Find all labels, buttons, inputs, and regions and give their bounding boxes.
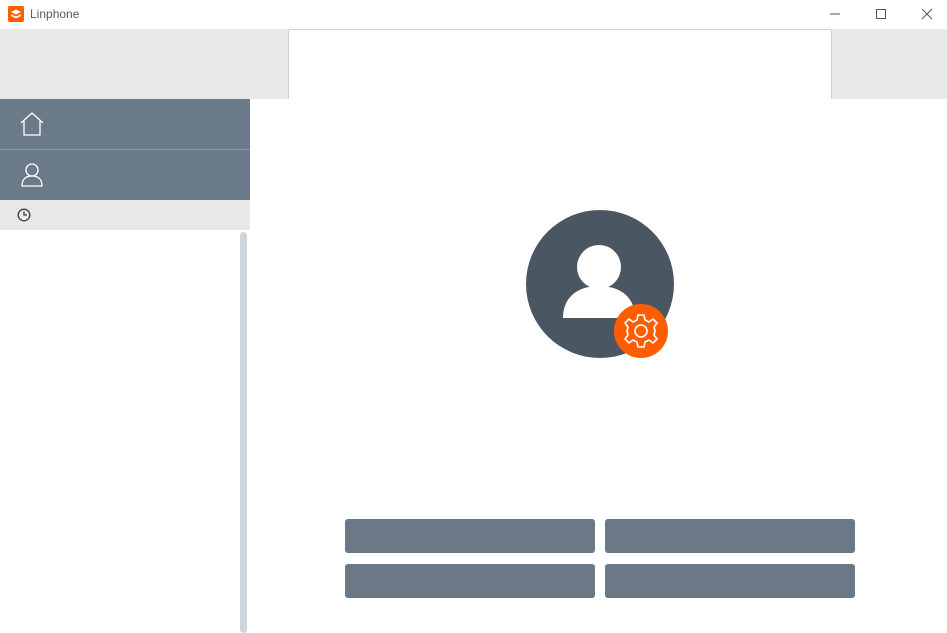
search-field[interactable] <box>288 29 832 99</box>
history-list <box>0 230 250 633</box>
main-panel <box>250 99 947 633</box>
action-button-3[interactable] <box>345 564 595 598</box>
linphone-logo-icon <box>8 6 24 22</box>
history-scrollbar[interactable] <box>238 230 250 633</box>
title-bar: Linphone <box>0 0 947 29</box>
clock-icon <box>17 208 31 222</box>
minimize-button[interactable] <box>812 0 858 29</box>
minimize-icon <box>830 13 840 15</box>
history-header[interactable] <box>0 200 250 230</box>
gear-icon[interactable] <box>614 304 668 358</box>
contacts-icon <box>21 163 43 187</box>
action-button-1[interactable] <box>345 519 595 553</box>
sidebar <box>0 99 250 633</box>
sidebar-item-contacts[interactable] <box>0 150 250 200</box>
close-button[interactable] <box>904 0 947 29</box>
maximize-icon <box>876 9 886 19</box>
action-button-2[interactable] <box>605 519 855 553</box>
window-title: Linphone <box>30 7 80 21</box>
maximize-button[interactable] <box>858 0 904 29</box>
scrollbar-thumb[interactable] <box>240 232 247 633</box>
sidebar-item-home[interactable] <box>0 99 250 149</box>
close-icon <box>921 8 933 20</box>
action-button-4[interactable] <box>605 564 855 598</box>
home-icon <box>20 112 44 136</box>
